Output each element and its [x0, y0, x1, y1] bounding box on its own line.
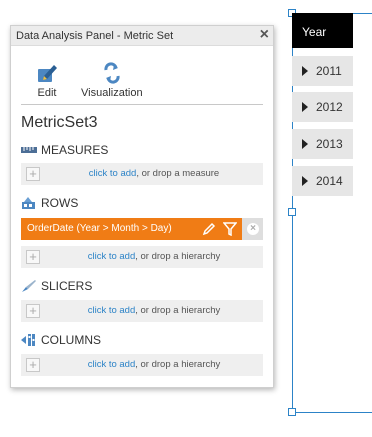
add-slicer-icon[interactable]: + — [26, 304, 40, 318]
resize-handle-bottom-left[interactable] — [288, 408, 296, 416]
selection-border-bottom — [292, 412, 372, 413]
section-label: ROWS — [41, 196, 79, 210]
add-hierarchy-icon[interactable]: + — [26, 250, 40, 264]
rows-section-title: ROWS — [21, 196, 78, 210]
add-column-icon[interactable]: + — [26, 358, 40, 372]
columns-section-title: COLUMNS — [21, 333, 101, 347]
filter-icon[interactable] — [223, 222, 237, 236]
pivot-row-2014[interactable]: 2014 — [292, 166, 353, 196]
pencil-icon[interactable] — [202, 222, 216, 236]
measures-drop-zone[interactable]: + click to add, or drop a measure — [21, 163, 263, 185]
drop-zone-text: click to add, or drop a measure — [45, 168, 263, 179]
slicers-icon — [22, 280, 36, 292]
columns-drop-zone[interactable]: + click to add, or drop a hierarchy — [21, 354, 263, 376]
pivot-row-2013[interactable]: 2013 — [292, 129, 353, 159]
drop-zone-text: click to add, or drop a hierarchy — [45, 251, 263, 262]
pivot-row-label: 2011 — [316, 64, 342, 78]
pivot-header-year[interactable]: Year — [292, 13, 353, 48]
panel-header[interactable]: Data Analysis Panel - Metric Set × — [11, 26, 273, 46]
slicers-drop-zone[interactable]: + click to add, or drop a hierarchy — [21, 300, 263, 322]
expand-icon[interactable] — [302, 139, 308, 149]
pivot-row-label: 2013 — [316, 137, 343, 151]
row-item-orderdate[interactable]: OrderDate (Year > Month > Day) — [21, 218, 242, 240]
drop-hint: , or drop a hierarchy — [135, 359, 221, 370]
drop-hint: , or drop a hierarchy — [135, 251, 221, 262]
pivot-row-2011[interactable]: 2011 — [292, 56, 353, 86]
visualization-button[interactable]: Visualization — [81, 62, 143, 99]
section-label: MEASURES — [41, 143, 109, 157]
remove-row-button[interactable]: × — [242, 218, 263, 240]
edit-icon — [38, 65, 57, 82]
measures-section-title: MEASURES — [21, 143, 108, 157]
visualization-icon — [104, 62, 120, 84]
expand-icon[interactable] — [302, 176, 308, 186]
divider — [21, 104, 263, 105]
rows-drop-zone[interactable]: + click to add, or drop a hierarchy — [21, 246, 263, 268]
slicers-section-title: SLICERS — [21, 279, 92, 293]
drop-hint: , or drop a measure — [136, 168, 220, 179]
add-row-link[interactable]: click to add — [88, 251, 136, 262]
pivot-row-label: 2014 — [316, 174, 343, 188]
visualization-label: Visualization — [81, 87, 143, 99]
drop-hint: , or drop a hierarchy — [135, 305, 221, 316]
drop-zone-text: click to add, or drop a hierarchy — [45, 359, 263, 370]
metric-set-name[interactable]: MetricSet3 — [21, 114, 97, 132]
close-icon[interactable]: × — [260, 27, 269, 43]
edit-button[interactable]: Edit — [35, 62, 59, 99]
pivot-row-label: 2012 — [316, 100, 343, 114]
add-column-link[interactable]: click to add — [88, 359, 136, 370]
rows-icon — [22, 197, 35, 209]
data-analysis-panel: Data Analysis Panel - Metric Set × Edit … — [10, 25, 274, 388]
expand-icon[interactable] — [302, 102, 308, 112]
pivot-row-2012[interactable]: 2012 — [292, 92, 353, 122]
columns-icon — [21, 334, 35, 346]
drop-zone-text: click to add, or drop a hierarchy — [45, 305, 263, 316]
row-item-label: OrderDate (Year > Month > Day) — [27, 223, 172, 234]
edit-label: Edit — [37, 87, 57, 99]
add-measure-link[interactable]: click to add — [89, 168, 137, 179]
add-slicer-link[interactable]: click to add — [88, 305, 136, 316]
panel-title: Data Analysis Panel - Metric Set — [16, 30, 174, 42]
expand-icon[interactable] — [302, 66, 308, 76]
measures-icon — [21, 147, 37, 153]
remove-icon[interactable]: × — [247, 223, 259, 235]
add-measure-icon[interactable]: + — [26, 167, 40, 181]
section-label: COLUMNS — [41, 333, 102, 347]
resize-handle-middle-left[interactable] — [288, 208, 296, 216]
section-label: SLICERS — [41, 279, 93, 293]
